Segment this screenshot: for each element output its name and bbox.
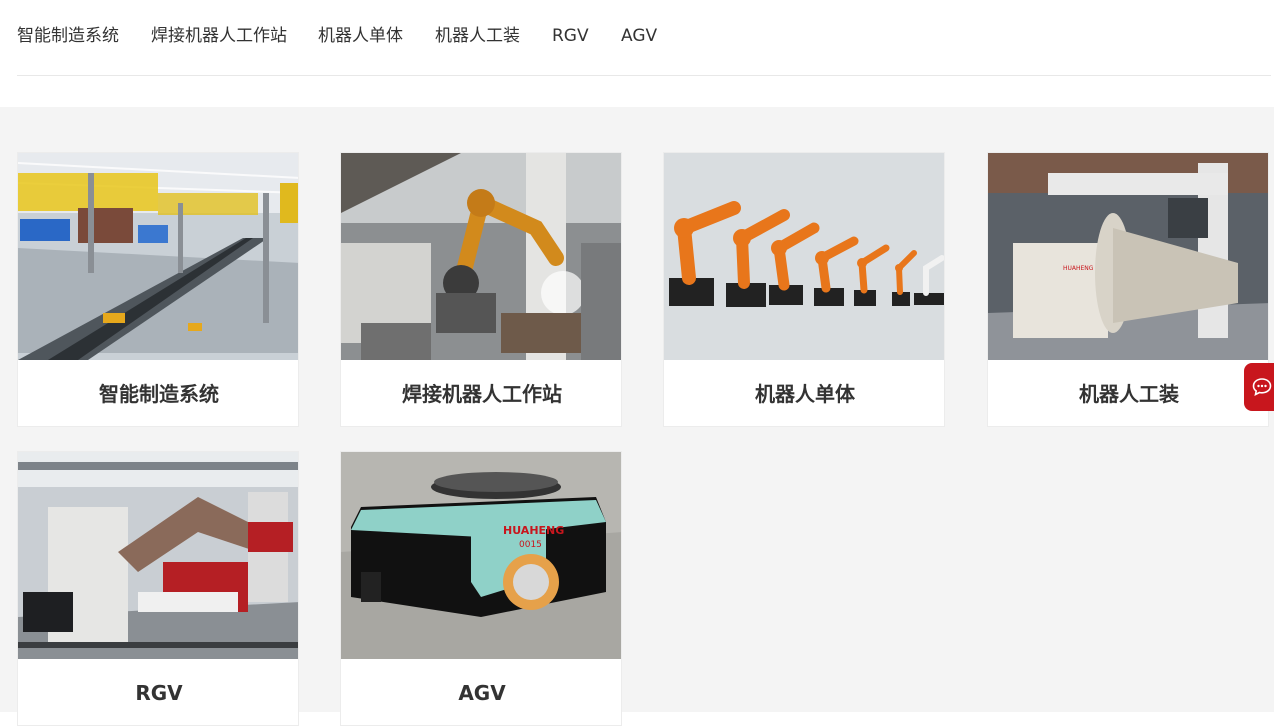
- orange-industrial-robots-photo: [664, 153, 944, 360]
- top-navigation: 智能制造系统 焊接机器人工作站 机器人单体 机器人工装 RGV AGV: [0, 0, 1274, 107]
- agv-brand-label: HUAHENG: [503, 524, 564, 537]
- product-title: AGV: [458, 681, 506, 705]
- rgv-rail-vehicle-photo: [18, 452, 298, 659]
- nav-item-robot-fixture[interactable]: 机器人工装: [435, 24, 520, 48]
- product-card-agv[interactable]: HUAHENG 0015 AGV: [340, 451, 622, 726]
- agv-number-label: 0015: [519, 540, 542, 550]
- svg-text:HUAHENG: HUAHENG: [1063, 265, 1094, 272]
- category-nav-bar: 智能制造系统 焊接机器人工作站 机器人单体 机器人工装 RGV AGV: [17, 0, 1271, 76]
- product-card-robot-unit[interactable]: 机器人单体: [663, 152, 945, 427]
- online-chat-button[interactable]: [1244, 363, 1274, 411]
- product-card-smart-manufacturing[interactable]: 智能制造系统: [17, 152, 299, 427]
- agv-vehicle-photo: HUAHENG 0015: [341, 452, 621, 659]
- product-title: 机器人工装: [1079, 382, 1179, 406]
- robot-positioner-fixture-photo: HUAHENG: [988, 153, 1268, 360]
- nav-item-robot-unit[interactable]: 机器人单体: [318, 24, 403, 48]
- product-title: 机器人单体: [755, 382, 855, 406]
- nav-item-agv[interactable]: AGV: [621, 24, 657, 48]
- welding-robot-workstation-photo: [341, 153, 621, 360]
- product-title: 智能制造系统: [99, 382, 219, 406]
- product-title: 焊接机器人工作站: [402, 382, 562, 406]
- nav-item-smart-manufacturing[interactable]: 智能制造系统: [17, 24, 119, 48]
- product-card-rgv[interactable]: RGV: [17, 451, 299, 726]
- product-card-welding-workstation[interactable]: 焊接机器人工作站: [340, 152, 622, 427]
- product-title: RGV: [135, 681, 183, 705]
- chat-bubble-icon: [1252, 378, 1272, 396]
- smart-factory-line-photo: [18, 153, 298, 360]
- nav-item-welding-workstation[interactable]: 焊接机器人工作站: [151, 24, 287, 48]
- nav-item-rgv[interactable]: RGV: [552, 24, 589, 48]
- product-grid-section: 智能制造系统 焊接机器人工作站 机器人单体 HUAHENG 机器人工装 RGV …: [0, 107, 1274, 726]
- product-card-robot-fixture[interactable]: HUAHENG 机器人工装: [987, 152, 1269, 427]
